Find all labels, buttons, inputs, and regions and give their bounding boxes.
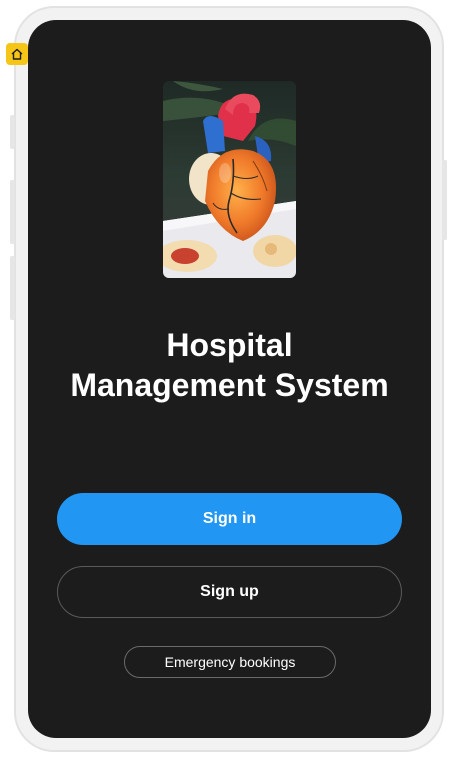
app-title-line-2: Management System — [70, 367, 389, 403]
sign-in-button[interactable]: Sign in — [57, 493, 402, 545]
sign-up-button[interactable]: Sign up — [57, 566, 402, 618]
anatomical-heart-model-image — [163, 81, 296, 278]
sign-up-label: Sign up — [200, 583, 259, 600]
app-title: Hospital Management System — [28, 325, 431, 405]
phone-side-button-mute — [10, 115, 15, 149]
phone-side-button-volume-up — [10, 180, 15, 244]
app-screen: Hospital Management System Sign in Sign … — [28, 20, 431, 738]
sign-in-label: Sign in — [202, 510, 257, 527]
emergency-bookings-button[interactable]: Emergency bookings — [124, 646, 336, 678]
phone-side-button-volume-down — [10, 256, 15, 320]
hero-heart-image — [163, 81, 296, 278]
home-icon[interactable] — [6, 43, 28, 65]
app-title-line-1: Hospital — [166, 327, 293, 363]
phone-side-button-power — [442, 160, 447, 240]
emergency-bookings-label: Emergency bookings — [164, 654, 296, 670]
